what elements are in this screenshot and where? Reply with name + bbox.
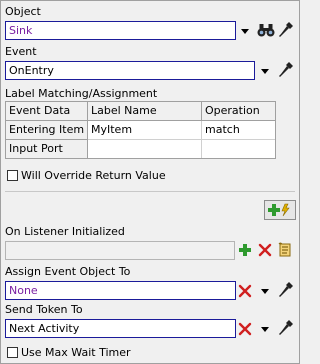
eyedropper-icon[interactable] [278, 61, 294, 79]
add-icon[interactable] [239, 244, 251, 256]
use-max-wait-label: Use Max Wait Timer [21, 346, 131, 359]
script-icon[interactable] [278, 242, 293, 258]
binoculars-icon[interactable] [257, 22, 275, 38]
event-dropdown-icon[interactable] [261, 69, 269, 74]
send-token-label: Send Token To [5, 303, 83, 316]
object-label: Object [5, 5, 41, 18]
column-header: Operation [202, 102, 275, 121]
add-trigger-button[interactable] [264, 200, 296, 220]
table-cell[interactable]: match [202, 121, 275, 140]
eyedropper-icon[interactable] [278, 21, 294, 39]
use-max-wait-checkbox[interactable] [7, 347, 18, 358]
divider [5, 191, 295, 192]
delete-icon[interactable] [258, 243, 272, 257]
event-label: Event [5, 45, 37, 58]
plus-lightning-icon [268, 203, 290, 217]
object-dropdown-icon[interactable] [241, 29, 249, 34]
column-header: Label Name [88, 102, 202, 121]
label-matching-table: Event Data Label Name Operation Entering… [5, 101, 276, 159]
send-token-dropdown-icon[interactable] [261, 327, 269, 332]
on-listener-label: On Listener Initialized [5, 225, 125, 238]
table-cell[interactable] [202, 140, 275, 158]
send-token-field[interactable]: Next Activity [5, 319, 236, 338]
delete-icon[interactable] [238, 322, 252, 336]
object-field[interactable]: Sink [5, 21, 236, 40]
row-header: Entering Item [6, 121, 88, 140]
will-override-label: Will Override Return Value [21, 169, 166, 182]
row-header: Input Port [6, 140, 88, 158]
assign-event-object-dropdown-icon[interactable] [261, 289, 269, 294]
properties-panel: Object Sink Event OnEntry Label Matching… [0, 0, 300, 364]
event-field[interactable]: OnEntry [5, 61, 255, 80]
label-matching-title: Label Matching/Assignment [5, 87, 158, 100]
assign-event-object-label: Assign Event Object To [5, 265, 131, 278]
column-header: Event Data [6, 102, 88, 121]
table-cell[interactable]: MyItem [88, 121, 202, 140]
eyedropper-icon[interactable] [278, 319, 294, 337]
assign-event-object-field[interactable]: None [5, 281, 236, 300]
on-listener-field[interactable] [5, 241, 235, 260]
table-cell[interactable] [88, 140, 202, 158]
will-override-checkbox[interactable] [7, 170, 18, 181]
delete-icon[interactable] [238, 284, 252, 298]
eyedropper-icon[interactable] [278, 281, 294, 299]
